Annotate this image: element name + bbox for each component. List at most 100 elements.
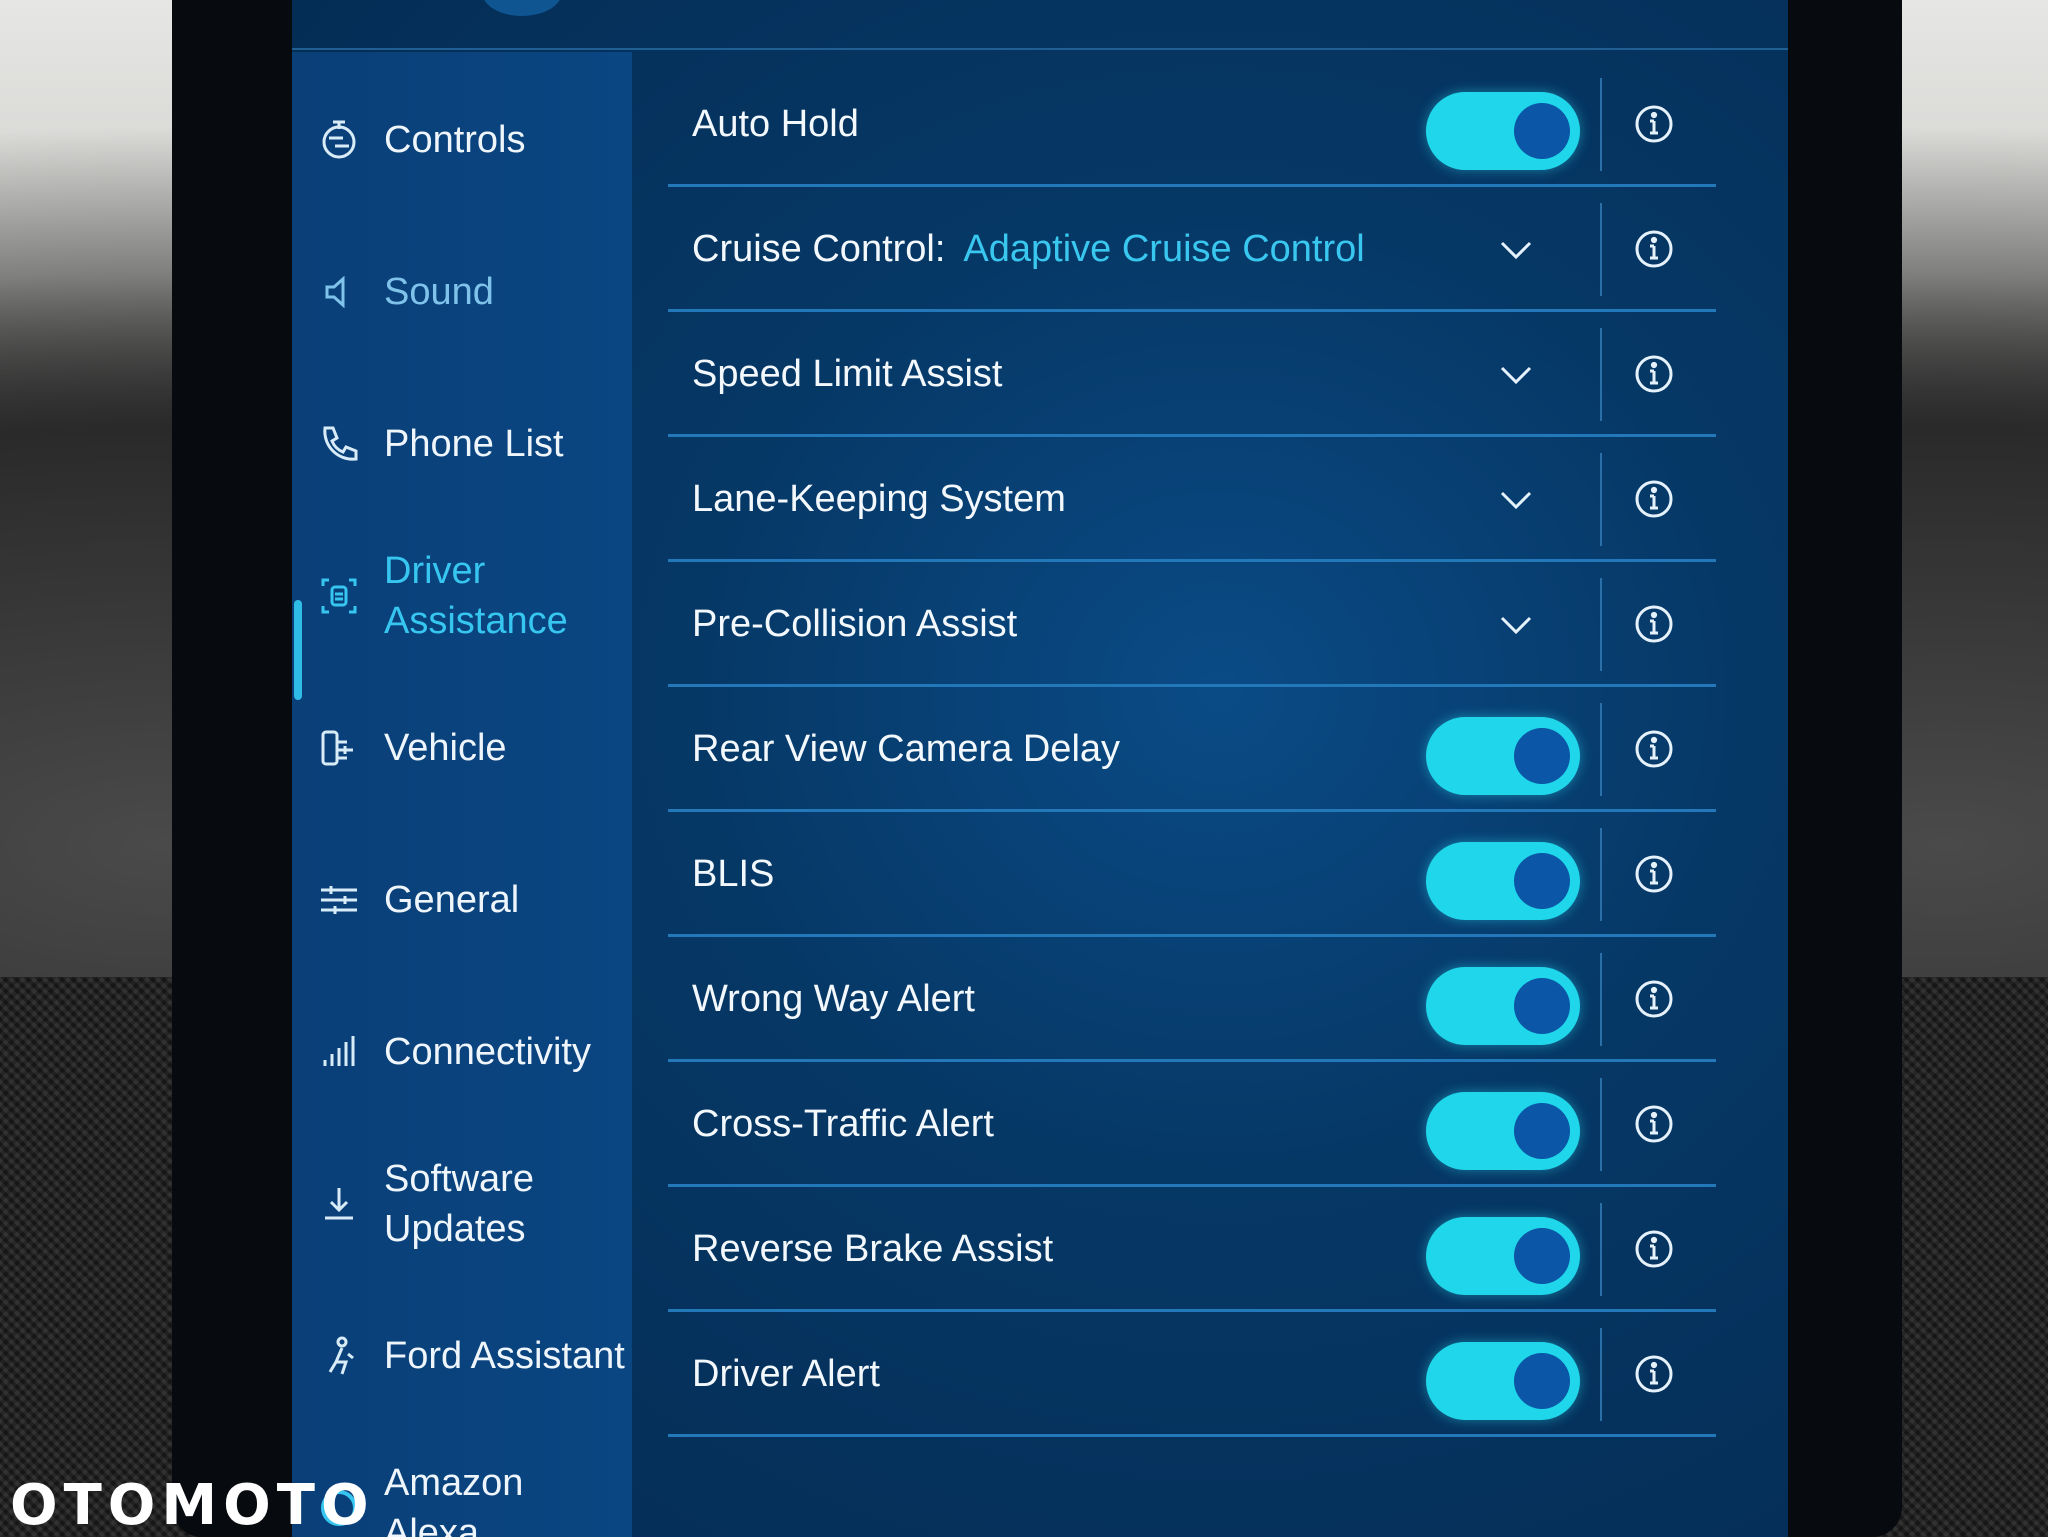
toggle-knob bbox=[1514, 728, 1570, 784]
top-button[interactable] bbox=[482, 0, 562, 16]
setting-label-text: Cross-Traffic Alert bbox=[692, 1103, 994, 1145]
vehicle-icon bbox=[312, 721, 366, 775]
chevron-down-icon[interactable] bbox=[1494, 227, 1538, 271]
row-divider bbox=[1600, 578, 1602, 671]
setting-row-speed-limit-assist[interactable]: Speed Limit Assist bbox=[668, 312, 1716, 437]
toggle-knob bbox=[1514, 1103, 1570, 1159]
toggle-knob bbox=[1514, 103, 1570, 159]
row-divider bbox=[1600, 1203, 1602, 1296]
setting-row-cross-traffic-alert[interactable]: Cross-Traffic Alert bbox=[668, 1062, 1716, 1187]
watermark-logo: OTOMOTO bbox=[10, 1470, 375, 1537]
sidebar-item-software-updates[interactable]: Software Updates bbox=[292, 1144, 632, 1264]
info-icon[interactable] bbox=[1632, 102, 1676, 146]
row-divider bbox=[1600, 828, 1602, 921]
row-divider bbox=[1600, 1078, 1602, 1171]
info-icon[interactable] bbox=[1632, 602, 1676, 646]
setting-label: Cruise Control: Adaptive Cruise Control bbox=[692, 187, 1365, 312]
signal-bars-icon bbox=[312, 1025, 366, 1079]
sidebar-item-label: Connectivity bbox=[384, 1031, 591, 1073]
toggle-switch[interactable] bbox=[1426, 1217, 1580, 1295]
sidebar-item-label: Amazon Alexa bbox=[384, 1462, 524, 1537]
info-icon[interactable] bbox=[1632, 352, 1676, 396]
sidebar-item-label: Driver Assistance bbox=[384, 550, 568, 642]
setting-label: Cross-Traffic Alert bbox=[692, 1062, 994, 1187]
toggle-knob bbox=[1514, 1353, 1570, 1409]
toggle-switch[interactable] bbox=[1426, 1092, 1580, 1170]
setting-row-pre-collision-assist[interactable]: Pre-Collision Assist bbox=[668, 562, 1716, 687]
setting-row-blis[interactable]: BLIS bbox=[668, 812, 1716, 937]
setting-label-text: Cruise Control: bbox=[692, 228, 946, 270]
sidebar-item-label: Ford Assistant bbox=[384, 1335, 625, 1377]
sidebar-item-label: Software Updates bbox=[384, 1158, 534, 1250]
assistant-icon bbox=[312, 1329, 366, 1383]
sidebar-item-label: General bbox=[384, 879, 520, 921]
download-icon bbox=[312, 1177, 366, 1231]
toggle-switch[interactable] bbox=[1426, 92, 1580, 170]
sidebar-item-label: Phone List bbox=[384, 423, 564, 465]
setting-label: Speed Limit Assist bbox=[692, 312, 1002, 437]
info-icon[interactable] bbox=[1632, 1352, 1676, 1396]
setting-label-text: Wrong Way Alert bbox=[692, 978, 975, 1020]
setting-row-driver-alert[interactable]: Driver Alert bbox=[668, 1312, 1716, 1437]
row-divider bbox=[1600, 453, 1602, 546]
setting-label-text: Driver Alert bbox=[692, 1353, 880, 1395]
setting-label: Auto Hold bbox=[692, 62, 859, 187]
toggle-switch[interactable] bbox=[1426, 842, 1580, 920]
setting-row-reverse-brake-assist[interactable]: Reverse Brake Assist bbox=[668, 1187, 1716, 1312]
row-divider bbox=[1600, 328, 1602, 421]
driver-assist-icon bbox=[312, 569, 366, 623]
sidebar-item-vehicle[interactable]: Vehicle bbox=[292, 688, 632, 808]
setting-label: Pre-Collision Assist bbox=[692, 562, 1017, 687]
info-icon[interactable] bbox=[1632, 227, 1676, 271]
sidebar-item-label: Sound bbox=[384, 271, 494, 313]
chevron-down-icon[interactable] bbox=[1494, 352, 1538, 396]
info-icon[interactable] bbox=[1632, 1227, 1676, 1271]
setting-row-wrong-way-alert[interactable]: Wrong Way Alert bbox=[668, 937, 1716, 1062]
toggle-switch[interactable] bbox=[1426, 1342, 1580, 1420]
setting-row-lane-keeping-system[interactable]: Lane-Keeping System bbox=[668, 437, 1716, 562]
toggle-knob bbox=[1514, 978, 1570, 1034]
info-icon[interactable] bbox=[1632, 477, 1676, 521]
phone-icon bbox=[312, 417, 366, 471]
setting-label-text: Reverse Brake Assist bbox=[692, 1228, 1054, 1270]
toggle-switch[interactable] bbox=[1426, 717, 1580, 795]
sidebar-item-label: Controls bbox=[384, 119, 526, 161]
row-divider bbox=[1600, 203, 1602, 296]
sidebar-item-sound[interactable]: Sound bbox=[292, 232, 632, 352]
toggle-switch[interactable] bbox=[1426, 967, 1580, 1045]
setting-label: BLIS bbox=[692, 812, 774, 937]
setting-label-text: BLIS bbox=[692, 853, 775, 895]
controls-icon bbox=[312, 113, 366, 167]
setting-label-text: Pre-Collision Assist bbox=[692, 603, 1018, 645]
sidebar-item-label: Vehicle bbox=[384, 727, 507, 769]
sidebar-item-driver-assistance[interactable]: Driver Assistance bbox=[292, 536, 632, 656]
setting-row-auto-hold[interactable]: Auto Hold bbox=[668, 62, 1716, 187]
sidebar-item-controls[interactable]: Controls bbox=[292, 80, 632, 200]
info-icon[interactable] bbox=[1632, 977, 1676, 1021]
sidebar-item-connectivity[interactable]: Connectivity bbox=[292, 992, 632, 1112]
setting-label: Reverse Brake Assist bbox=[692, 1187, 1053, 1312]
toggle-knob bbox=[1514, 1228, 1570, 1284]
setting-label-text: Auto Hold bbox=[692, 103, 859, 145]
chevron-down-icon[interactable] bbox=[1494, 602, 1538, 646]
sidebar-item-general[interactable]: General bbox=[292, 840, 632, 960]
info-icon[interactable] bbox=[1632, 852, 1676, 896]
row-divider bbox=[1600, 953, 1602, 1046]
chevron-down-icon[interactable] bbox=[1494, 477, 1538, 521]
speaker-icon bbox=[312, 265, 366, 319]
setting-label: Lane-Keeping System bbox=[692, 437, 1066, 562]
info-icon[interactable] bbox=[1632, 1102, 1676, 1146]
top-strip bbox=[292, 0, 1788, 50]
info-icon[interactable] bbox=[1632, 727, 1676, 771]
row-divider bbox=[1600, 1328, 1602, 1421]
setting-label: Rear View Camera Delay bbox=[692, 687, 1120, 812]
setting-row-rear-view-camera-delay[interactable]: Rear View Camera Delay bbox=[668, 687, 1716, 812]
setting-label: Wrong Way Alert bbox=[692, 937, 975, 1062]
watermark-text: OTOMOTO bbox=[10, 1472, 375, 1537]
setting-label-text: Lane-Keeping System bbox=[692, 478, 1066, 520]
setting-label-text: Speed Limit Assist bbox=[692, 353, 1003, 395]
sidebar-item-phone-list[interactable]: Phone List bbox=[292, 384, 632, 504]
setting-label-text: Rear View Camera Delay bbox=[692, 728, 1121, 770]
setting-row-cruise-control[interactable]: Cruise Control: Adaptive Cruise Control bbox=[668, 187, 1716, 312]
sidebar-item-ford-assistant[interactable]: Ford Assistant bbox=[292, 1296, 632, 1416]
